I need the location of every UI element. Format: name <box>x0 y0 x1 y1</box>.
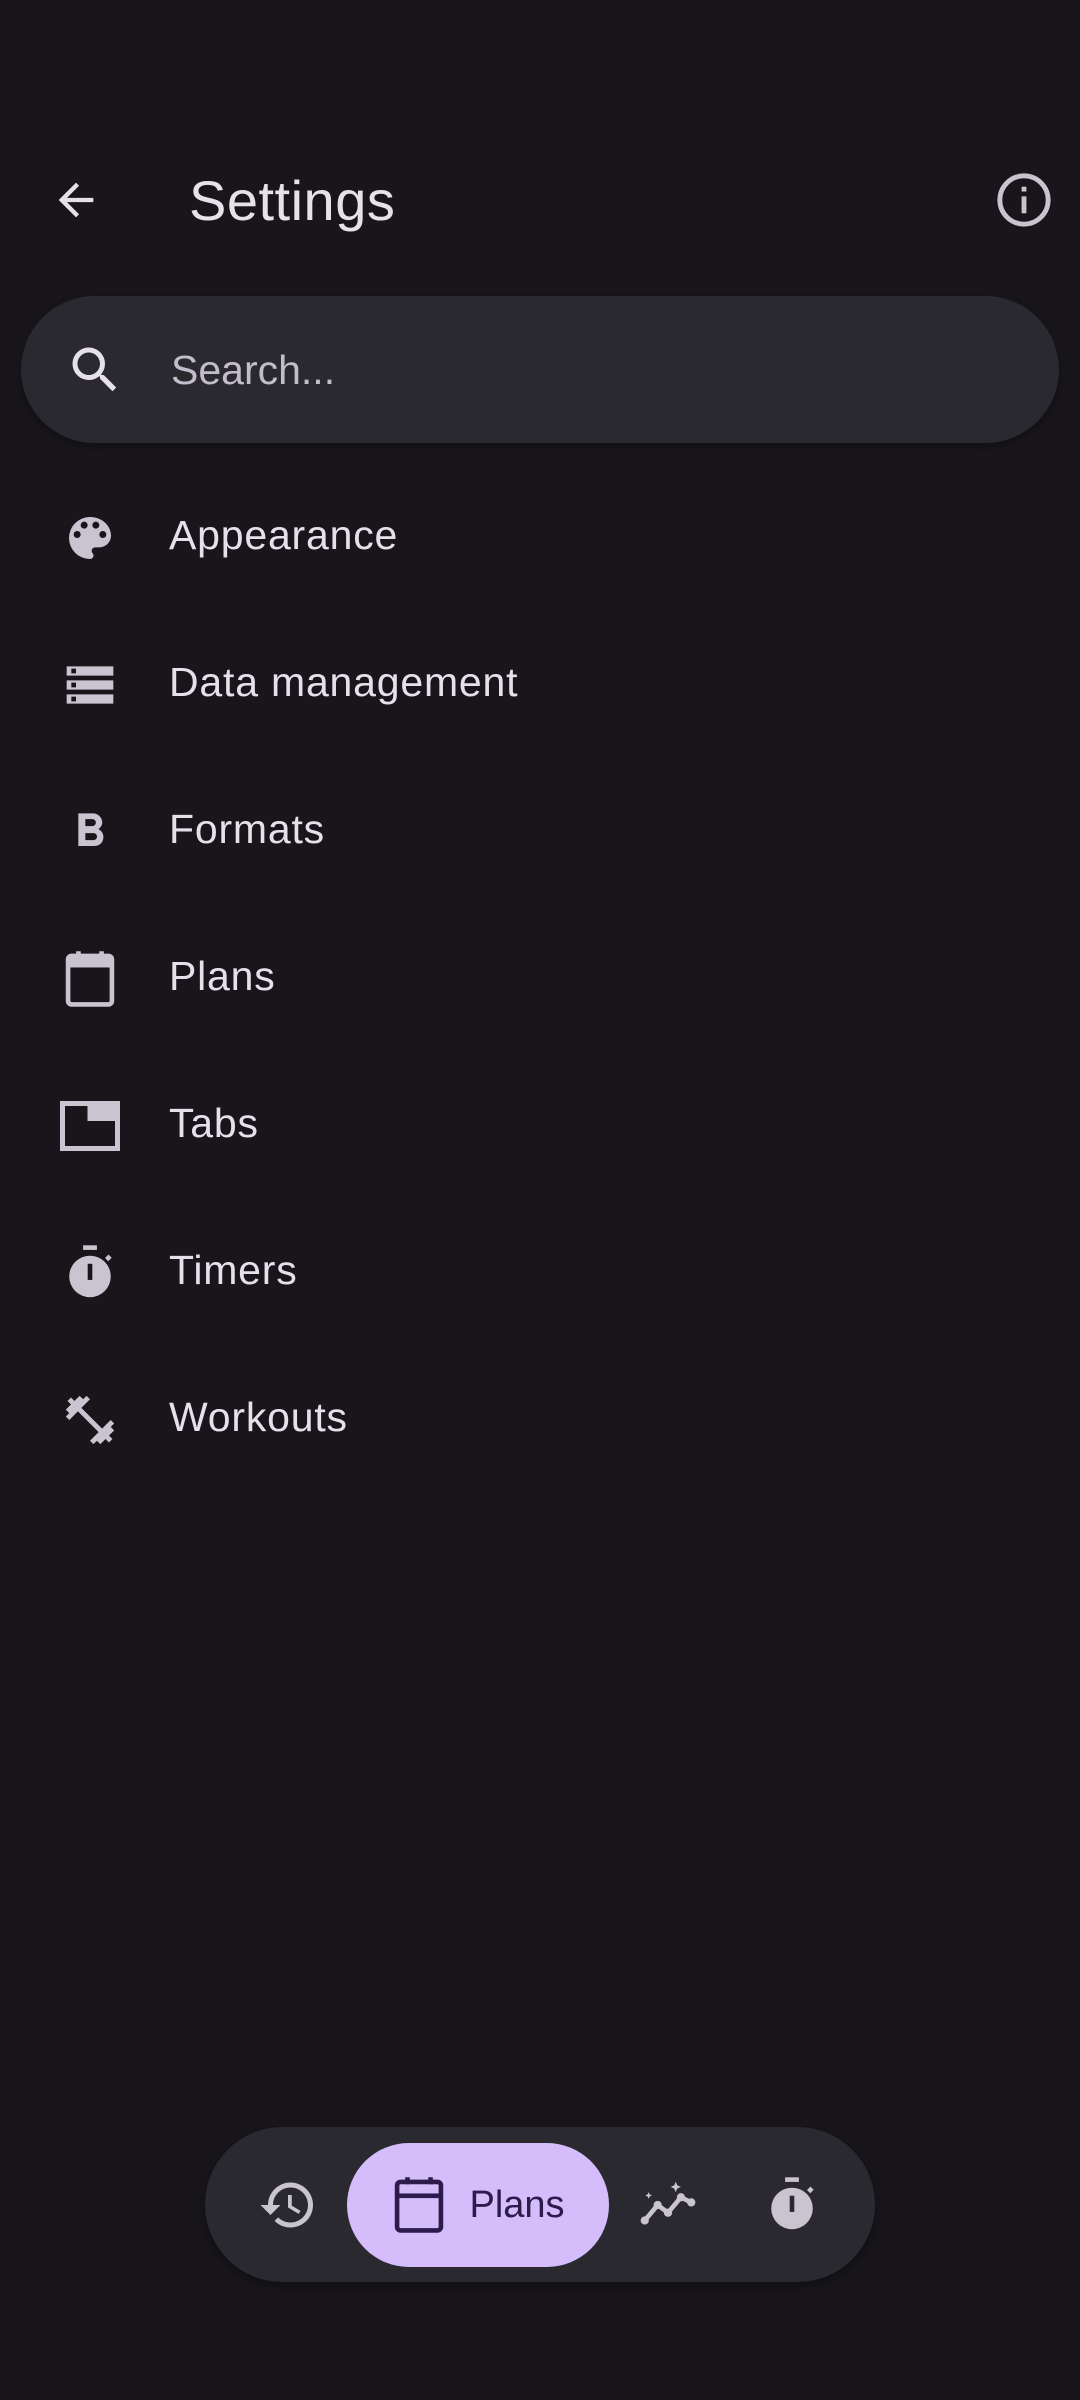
timer-icon <box>60 1243 120 1303</box>
search-icon <box>72 347 117 392</box>
settings-item-tabs[interactable]: Tabs <box>0 1052 1080 1199</box>
settings-item-label: Workouts <box>169 1394 348 1440</box>
settings-item-label: Formats <box>169 806 325 852</box>
history-icon <box>260 2182 313 2228</box>
timer-icon <box>771 2177 814 2230</box>
calendar-icon <box>60 949 120 1009</box>
settings-item-label: Tabs <box>169 1100 259 1146</box>
settings-item-label: Data management <box>169 659 519 705</box>
tab-icon <box>60 1096 120 1156</box>
settings-item-workouts[interactable]: Workouts <box>0 1346 1080 1493</box>
settings-item-appearance[interactable]: Appearance <box>0 464 1080 611</box>
nav-item-history[interactable] <box>235 2143 341 2267</box>
settings-item-formats[interactable]: Formats <box>0 758 1080 905</box>
search-bar[interactable] <box>21 296 1059 443</box>
nav-item-graphs[interactable] <box>615 2143 721 2267</box>
settings-item-label: Appearance <box>169 512 399 558</box>
bottom-navigation: Plans <box>205 2127 875 2282</box>
bold-b-icon <box>60 802 120 862</box>
page-title: Settings <box>189 169 396 232</box>
info-button[interactable] <box>976 152 1072 248</box>
nav-item-label: Plans <box>469 2183 565 2226</box>
settings-item-timers[interactable]: Timers <box>0 1199 1080 1346</box>
settings-screen: Settings Appearance <box>0 0 1080 2400</box>
settings-item-label: Plans <box>169 953 276 999</box>
calendar-icon <box>395 2177 444 2233</box>
settings-item-label: Timers <box>169 1247 298 1293</box>
storage-icon <box>60 655 120 715</box>
arrow-back-icon <box>58 182 94 218</box>
settings-list: Appearance Data management Formats Plans… <box>0 464 1080 1493</box>
nav-item-timers[interactable] <box>739 2143 845 2267</box>
nav-item-plans[interactable]: Plans <box>347 2143 609 2267</box>
settings-item-plans[interactable]: Plans <box>0 905 1080 1052</box>
back-button[interactable] <box>28 152 124 248</box>
info-outline-icon <box>997 173 1051 227</box>
settings-item-data-management[interactable]: Data management <box>0 611 1080 758</box>
search-input[interactable] <box>169 334 1033 406</box>
dumbbell-icon <box>60 1390 120 1450</box>
insights-graph-icon <box>640 2181 696 2225</box>
palette-icon <box>60 508 120 568</box>
top-app-bar: Settings <box>0 140 1080 260</box>
